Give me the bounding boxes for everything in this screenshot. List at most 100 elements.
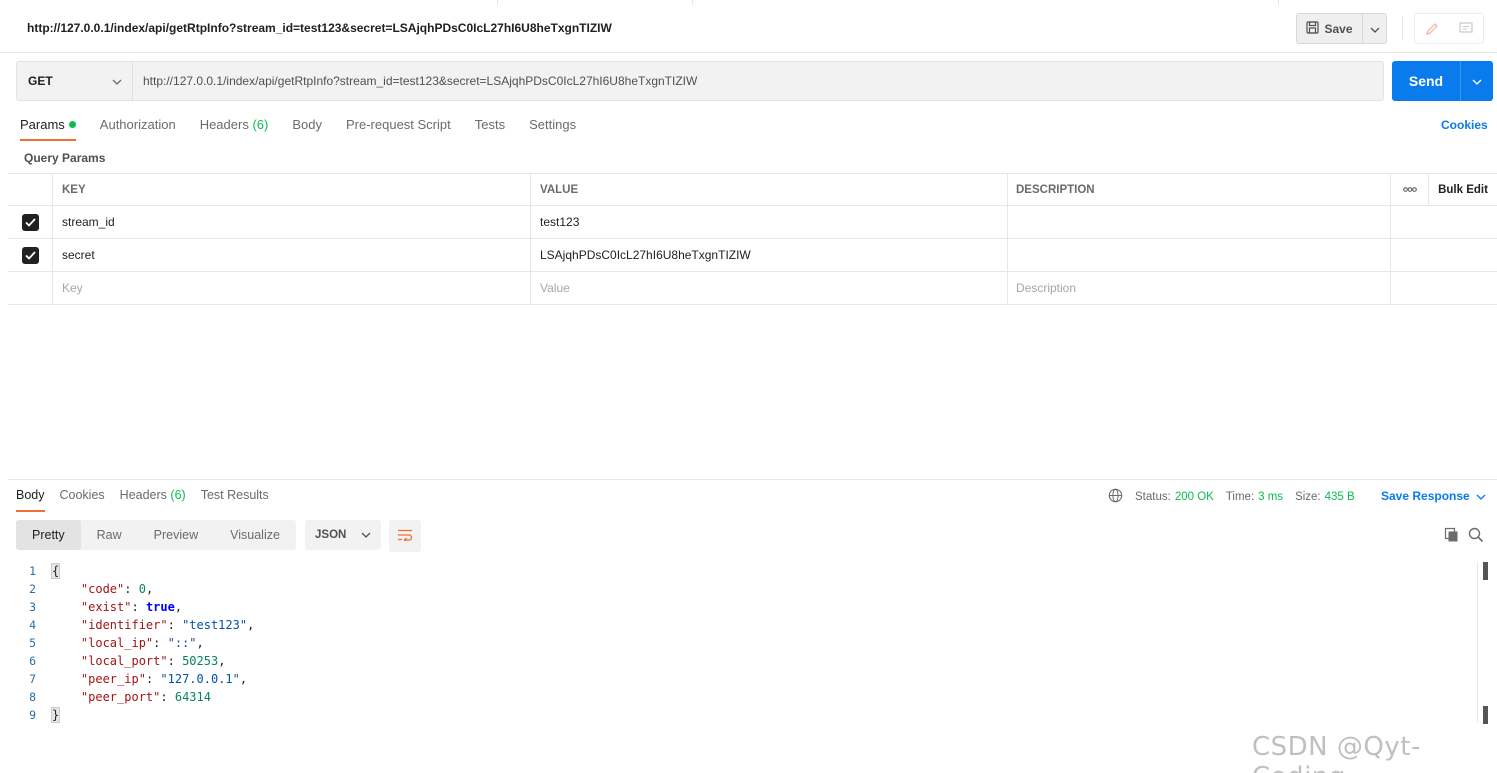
cookies-link[interactable]: Cookies bbox=[1441, 118, 1488, 132]
response-meta: Status: 200 OK Time: 3 ms Size: 435 B bbox=[1108, 488, 1355, 506]
param-key[interactable]: secret bbox=[53, 239, 531, 271]
new-value-input[interactable]: Value bbox=[531, 272, 1008, 304]
scrollbar-thumb[interactable] bbox=[1483, 706, 1488, 724]
param-description[interactable] bbox=[1008, 206, 1391, 238]
save-response-button[interactable]: Save Response bbox=[1381, 489, 1486, 503]
brace: { bbox=[50, 563, 61, 579]
response-tabs: Body Cookies Headers (6) Test Results bbox=[16, 488, 284, 512]
tab-pre-request-script[interactable]: Pre-request Script bbox=[346, 117, 451, 141]
copy-icon[interactable] bbox=[1444, 527, 1460, 546]
view-visualize[interactable]: Visualize bbox=[214, 520, 296, 550]
wrap-lines-button[interactable] bbox=[389, 520, 421, 552]
active-tab-indicator bbox=[497, 0, 693, 5]
json-value: "test123" bbox=[182, 618, 248, 632]
header-description: DESCRIPTION bbox=[1008, 174, 1391, 205]
time-value[interactable]: 3 ms bbox=[1258, 491, 1283, 503]
edit-toolbar bbox=[1414, 13, 1484, 44]
json-comma: , bbox=[247, 618, 255, 632]
wrap-lines-icon bbox=[397, 529, 413, 544]
view-raw[interactable]: Raw bbox=[81, 520, 138, 550]
response-divider[interactable] bbox=[8, 479, 1497, 480]
tab-count: (6) bbox=[252, 117, 269, 132]
save-options-button[interactable] bbox=[1363, 13, 1387, 44]
tab-tests[interactable]: Tests bbox=[475, 117, 505, 141]
json-value: 64314 bbox=[174, 690, 211, 704]
tab-authorization[interactable]: Authorization bbox=[100, 117, 176, 141]
code-text: "identifier": "test123", bbox=[80, 618, 255, 632]
status-label: Status: bbox=[1135, 491, 1171, 503]
brace: } bbox=[50, 707, 61, 723]
query-params-table: KEY VALUE DESCRIPTION Bulk Edit stream_i… bbox=[8, 173, 1497, 305]
new-description-input[interactable]: Description bbox=[1008, 272, 1391, 304]
format-select[interactable]: JSON bbox=[305, 520, 381, 550]
param-checkbox[interactable] bbox=[8, 239, 53, 271]
json-key: "local_ip" bbox=[80, 636, 154, 650]
code-line: 7 "peer_ip": "127.0.0.1", bbox=[16, 670, 254, 688]
line-number: 6 bbox=[29, 654, 36, 668]
globe-icon[interactable] bbox=[1108, 488, 1123, 506]
code-line: 8 "peer_port": 64314 bbox=[16, 688, 254, 706]
table-row: secret LSAjqhPDsC0IcL27hI6U8heTxgnTIZIW bbox=[8, 239, 1497, 272]
comment-icon[interactable] bbox=[1449, 14, 1483, 43]
header-value: VALUE bbox=[531, 174, 1008, 205]
json-key: "exist" bbox=[80, 600, 132, 614]
tab-label: Settings bbox=[529, 117, 577, 132]
tab-settings[interactable]: Settings bbox=[529, 117, 576, 141]
code-text: } bbox=[50, 707, 61, 723]
active-dot-icon bbox=[68, 121, 76, 128]
view-pretty[interactable]: Pretty bbox=[16, 520, 81, 550]
send-button[interactable]: Send bbox=[1392, 61, 1460, 101]
more-options-icon[interactable] bbox=[1391, 174, 1429, 205]
bulk-edit-button[interactable]: Bulk Edit bbox=[1429, 174, 1497, 205]
code-line: 6 "local_port": 50253, bbox=[16, 652, 254, 670]
param-key[interactable]: stream_id bbox=[53, 206, 531, 238]
chevron-down-icon bbox=[1472, 74, 1482, 88]
tab-edge bbox=[1278, 0, 1279, 5]
tab-count: (6) bbox=[170, 488, 186, 502]
tab-label: Authorization bbox=[99, 117, 176, 132]
url-input[interactable]: http://127.0.0.1/index/api/getRtpInfo?st… bbox=[133, 62, 697, 100]
new-key-input[interactable]: Key bbox=[53, 272, 531, 304]
param-value[interactable]: test123 bbox=[531, 206, 1008, 238]
code-text: "peer_port": 64314 bbox=[80, 690, 211, 704]
code-text: "code": 0, bbox=[80, 582, 154, 596]
method-select[interactable]: GET bbox=[17, 62, 133, 100]
json-key: "local_port" bbox=[80, 654, 168, 668]
param-description[interactable] bbox=[1008, 239, 1391, 271]
save-button[interactable]: Save bbox=[1296, 13, 1363, 44]
param-checkbox[interactable] bbox=[8, 206, 53, 238]
tab-body[interactable]: Body bbox=[292, 117, 322, 141]
tab-label: Headers bbox=[119, 488, 167, 502]
empty-check-cell bbox=[8, 272, 53, 304]
pencil-icon[interactable] bbox=[1415, 14, 1449, 43]
code-line: 9} bbox=[16, 706, 254, 724]
tab-headers[interactable]: Headers (6) bbox=[200, 117, 269, 141]
size-label: Size: bbox=[1295, 491, 1321, 503]
code-line: 4 "identifier": "test123", bbox=[16, 616, 254, 634]
save-group: Save bbox=[1296, 13, 1387, 44]
status-value[interactable]: 200 OK bbox=[1175, 491, 1214, 503]
tab-response-body[interactable]: Body bbox=[16, 488, 45, 512]
view-preview[interactable]: Preview bbox=[138, 520, 214, 550]
response-body-code[interactable]: 1{2 "code": 0, 3 "exist": true, 4 "identif… bbox=[16, 562, 254, 724]
size-value[interactable]: 435 B bbox=[1325, 491, 1355, 503]
send-options-button[interactable] bbox=[1460, 61, 1493, 101]
scrollbar-thumb[interactable] bbox=[1483, 562, 1488, 580]
param-value[interactable]: LSAjqhPDsC0IcL27hI6U8heTxgnTIZIW bbox=[531, 239, 1008, 271]
tab-response-cookies[interactable]: Cookies bbox=[60, 488, 105, 512]
search-icon[interactable] bbox=[1468, 527, 1484, 546]
tab-test-results[interactable]: Test Results bbox=[201, 488, 269, 512]
line-number: 9 bbox=[29, 708, 36, 722]
code-text: { bbox=[50, 563, 61, 579]
chevron-down-icon bbox=[112, 74, 122, 88]
tab-response-headers[interactable]: Headers (6) bbox=[120, 488, 186, 512]
line-number: 8 bbox=[29, 690, 36, 704]
code-text: "exist": true, bbox=[80, 600, 183, 614]
code-scrollbar[interactable] bbox=[1477, 562, 1478, 722]
send-button-group: Send bbox=[1392, 61, 1493, 101]
tab-label: Test Results bbox=[200, 488, 269, 502]
tab-params[interactable]: Params bbox=[20, 117, 76, 141]
request-name[interactable]: http://127.0.0.1/index/api/getRtpInfo?st… bbox=[27, 21, 612, 35]
json-comma: , bbox=[218, 654, 226, 668]
method-label: GET bbox=[28, 74, 53, 88]
